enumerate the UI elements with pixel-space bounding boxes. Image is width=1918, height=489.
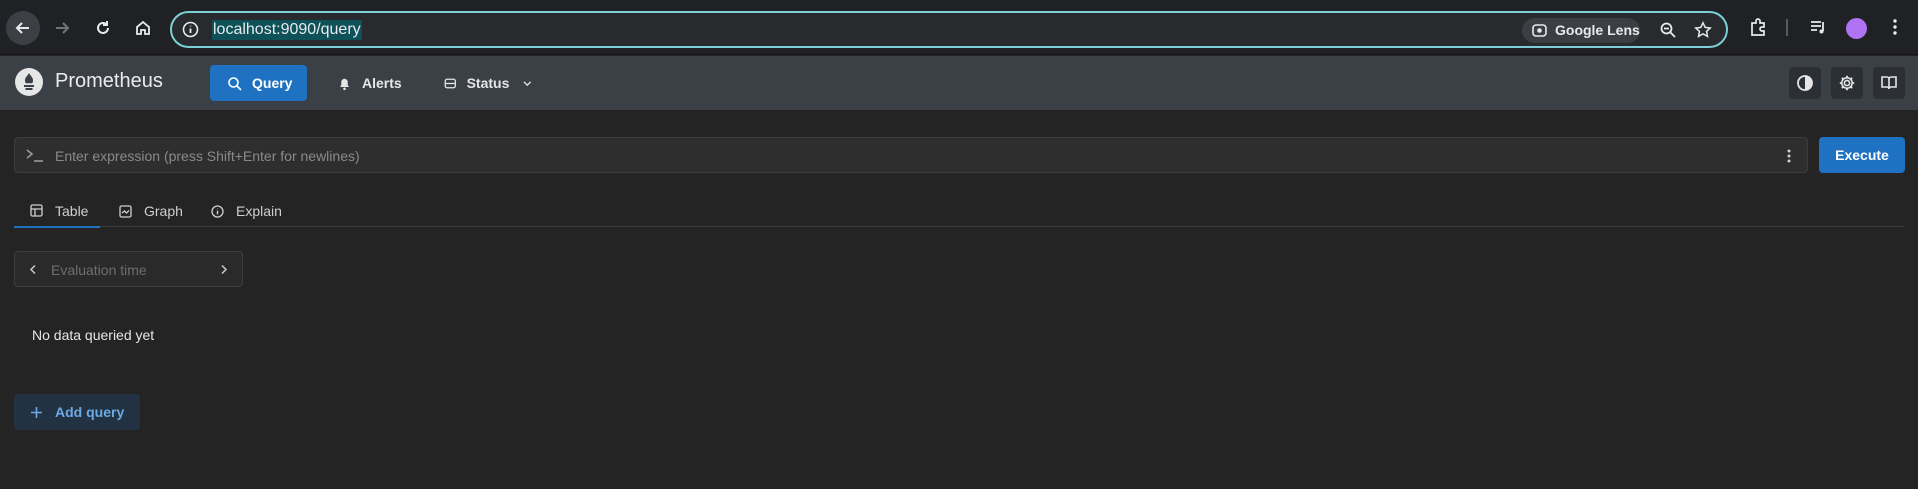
- chevron-down-icon: [523, 80, 532, 86]
- address-bar[interactable]: localhost:9090/query Google Lens: [170, 11, 1728, 48]
- add-query-button[interactable]: Add query: [14, 394, 140, 430]
- nav-status-label: Status: [466, 75, 510, 91]
- graph-icon: [119, 204, 132, 218]
- bookmark-star-icon[interactable]: [1694, 21, 1712, 39]
- theme-toggle-button[interactable]: [1789, 67, 1821, 99]
- nav-status[interactable]: Status: [444, 65, 534, 101]
- empty-result-message: No data queried yet: [32, 327, 155, 343]
- settings-button[interactable]: [1831, 67, 1863, 99]
- tab-graph[interactable]: Graph: [119, 195, 183, 227]
- bell-icon: [340, 78, 349, 90]
- search-icon: [228, 76, 242, 91]
- forward-button[interactable]: [45, 11, 79, 45]
- nav-alerts[interactable]: Alerts: [337, 65, 407, 101]
- plus-icon: [31, 406, 42, 418]
- tab-explain[interactable]: Explain: [211, 195, 282, 227]
- execute-button[interactable]: Execute: [1819, 137, 1905, 173]
- reload-button[interactable]: [86, 11, 120, 45]
- tab-graph-label: Graph: [144, 203, 183, 219]
- more-options-icon[interactable]: [1781, 146, 1797, 166]
- add-query-label: Add query: [55, 404, 125, 420]
- terminal-prompt-icon: [26, 149, 43, 162]
- nav-query[interactable]: Query: [210, 65, 307, 101]
- evaluation-time-picker[interactable]: Evaluation time: [14, 251, 243, 287]
- expression-input-box[interactable]: [14, 137, 1808, 173]
- nav-alerts-label: Alerts: [362, 75, 402, 91]
- home-button[interactable]: [126, 11, 160, 45]
- google-lens-button[interactable]: Google Lens: [1522, 18, 1640, 43]
- chevron-right-icon[interactable]: [219, 264, 229, 275]
- result-tabs: Table Graph Explain: [14, 195, 1905, 228]
- info-icon: [211, 204, 224, 218]
- google-lens-label: Google Lens: [1555, 22, 1640, 38]
- nav-query-label: Query: [252, 75, 293, 91]
- expression-input[interactable]: [55, 146, 1755, 166]
- lens-icon: [1532, 24, 1547, 37]
- browser-menu-icon[interactable]: [1885, 17, 1905, 37]
- table-icon: [30, 204, 43, 217]
- home-icon: [136, 20, 150, 35]
- prometheus-logo[interactable]: [15, 68, 43, 96]
- evaluation-time-placeholder[interactable]: Evaluation time: [51, 262, 147, 278]
- toolbar-divider: [1786, 19, 1788, 36]
- app-header: Prometheus Query Alerts Status: [0, 56, 1918, 110]
- chevron-left-icon[interactable]: [28, 264, 38, 275]
- browser-toolbar: localhost:9090/query Google Lens: [0, 0, 1918, 55]
- profile-avatar[interactable]: [1846, 18, 1867, 39]
- arrow-left-icon: [15, 22, 29, 34]
- app-brand[interactable]: Prometheus: [55, 70, 163, 93]
- extensions-icon[interactable]: [1748, 17, 1768, 37]
- arrow-right-icon: [56, 22, 70, 34]
- url-text[interactable]: localhost:9090/query: [212, 20, 362, 40]
- tab-explain-label: Explain: [236, 203, 282, 219]
- server-icon: [444, 78, 456, 88]
- zoom-icon[interactable]: [1659, 21, 1677, 39]
- tab-table[interactable]: Table: [14, 195, 100, 228]
- media-control-icon[interactable]: [1808, 17, 1828, 37]
- docs-button[interactable]: [1873, 67, 1905, 99]
- theme-toggle-icon: [1797, 75, 1813, 91]
- back-button[interactable]: [6, 11, 40, 45]
- gear-icon: [1839, 75, 1855, 91]
- flame-icon: [24, 73, 34, 90]
- book-icon: [1881, 76, 1897, 90]
- reload-icon: [97, 21, 109, 34]
- site-info-icon[interactable]: [182, 21, 199, 38]
- tab-table-label: Table: [55, 202, 89, 219]
